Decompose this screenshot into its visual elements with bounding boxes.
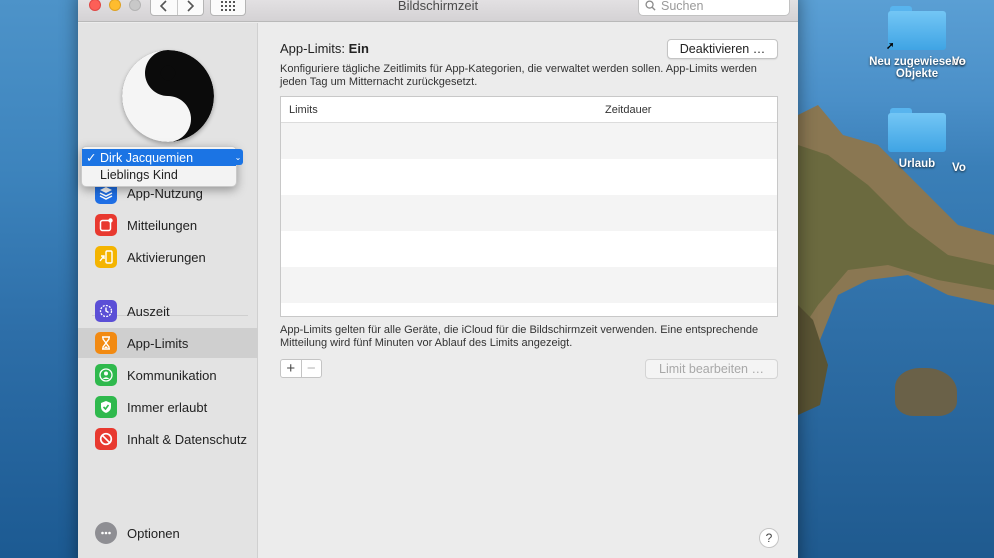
- add-limit-button[interactable]: +: [281, 360, 301, 377]
- wallpaper-rock: [895, 368, 957, 416]
- user-popup-menu: ✓ Dirk Jacquemien Lieblings Kind: [81, 146, 237, 187]
- folder-icon: ➚: [886, 6, 946, 52]
- user-avatar[interactable]: [122, 50, 214, 142]
- desktop-icon-label: Vo: [952, 56, 966, 68]
- desktop-folder-urlaub[interactable]: Urlaub: [862, 108, 972, 170]
- column-header-limits[interactable]: Limits: [281, 104, 597, 116]
- search-field[interactable]: Suchen: [638, 0, 790, 16]
- table-body: [281, 123, 777, 303]
- sidebar-item-label: Auszeit: [127, 303, 170, 319]
- table-row: [281, 123, 777, 159]
- desktop-folder-neu-zugewiesene-objekte[interactable]: ➚ Neu zugewiesene Objekte: [862, 6, 972, 80]
- search-placeholder: Suchen: [661, 0, 704, 13]
- sidebar-item-auszeit[interactable]: Auszeit: [78, 296, 258, 326]
- table-row: [281, 159, 777, 195]
- desktop-icon-label: Vo: [952, 162, 966, 174]
- options-label: Optionen: [127, 525, 180, 541]
- checkmark-shield-icon: [95, 396, 117, 418]
- sidebar-item-label: Aktivierungen: [127, 249, 206, 265]
- restriction-icon: [95, 428, 117, 450]
- title-bar: Bildschirmzeit Suchen: [78, 0, 798, 22]
- info-note: App-Limits gelten für alle Geräte, die i…: [280, 324, 759, 349]
- menu-item-label: Lieblings Kind: [100, 167, 178, 182]
- more-options-icon: [95, 522, 117, 544]
- sidebar-item-label: Kommunikation: [127, 367, 217, 383]
- sidebar-item-kommunikation[interactable]: Kommunikation: [78, 360, 258, 390]
- remove-limit-button[interactable]: −: [300, 360, 322, 377]
- contact-icon: [95, 364, 117, 386]
- sidebar-item-aktivierungen[interactable]: Aktivierungen: [78, 242, 258, 272]
- sidebar: App-Nutzung Mitteilungen Aktivierungen A…: [78, 23, 258, 558]
- table-row: [281, 267, 777, 303]
- sidebar-item-label: Immer erlaubt: [127, 399, 208, 415]
- menu-item-label: Dirk Jacquemien: [100, 150, 194, 165]
- column-header-zeitdauer[interactable]: Zeitdauer: [597, 104, 651, 116]
- options-button[interactable]: Optionen: [78, 518, 258, 548]
- sidebar-item-label: App-Limits: [127, 335, 189, 351]
- add-remove-control: + −: [280, 359, 322, 378]
- yin-yang-icon: [122, 50, 214, 142]
- sidebar-item-mitteilungen[interactable]: Mitteilungen: [78, 210, 258, 240]
- sidebar-item-label: App-Nutzung: [127, 185, 203, 201]
- app-limits-header: App-Limits: Ein: [280, 41, 369, 56]
- table-row: [281, 231, 777, 267]
- header-status: Ein: [348, 41, 369, 56]
- sidebar-item-inhalt-datenschutz[interactable]: Inhalt & Datenschutz: [78, 424, 258, 454]
- limits-table[interactable]: Limits Zeitdauer: [280, 96, 778, 317]
- sidebar-item-immer-erlaubt[interactable]: Immer erlaubt: [78, 392, 258, 422]
- app-limits-pane: App-Limits: Ein Deaktivieren … Konfiguri…: [259, 23, 798, 558]
- table-row: [281, 195, 777, 231]
- description-text: Konfiguriere tägliche Zeitlimits für App…: [280, 63, 757, 88]
- desktop-folder-partial-2[interactable]: Vo: [952, 162, 994, 174]
- edit-limit-button[interactable]: Limit bearbeiten …: [645, 359, 778, 379]
- header-label: App-Limits:: [280, 41, 346, 56]
- notification-icon: [95, 214, 117, 236]
- folder-icon: [888, 108, 946, 152]
- search-icon: [645, 0, 656, 11]
- downtime-icon: [95, 300, 117, 322]
- sidebar-item-app-limits[interactable]: App-Limits: [78, 328, 258, 358]
- checkmark-icon: ✓: [86, 151, 97, 165]
- menu-item-dirk-jacquemien[interactable]: ✓ Dirk Jacquemien: [82, 149, 236, 166]
- hourglass-icon: [95, 332, 117, 354]
- table-header: Limits Zeitdauer: [281, 97, 777, 123]
- desktop-wallpaper-left: [0, 0, 78, 558]
- screen-time-window: Bildschirmzeit Suchen App-Nutzung Mittei…: [78, 0, 798, 558]
- sidebar-item-label: Mitteilungen: [127, 217, 198, 233]
- menu-item-lieblings-kind[interactable]: Lieblings Kind: [82, 166, 236, 183]
- help-button[interactable]: ?: [759, 528, 779, 548]
- desktop-folder-partial-1[interactable]: Vo: [952, 56, 994, 68]
- sidebar-item-label: Inhalt & Datenschutz: [127, 431, 247, 447]
- pickup-icon: [95, 246, 117, 268]
- popup-chevron-icon: ⌄: [233, 149, 243, 165]
- deactivate-button[interactable]: Deaktivieren …: [667, 39, 778, 59]
